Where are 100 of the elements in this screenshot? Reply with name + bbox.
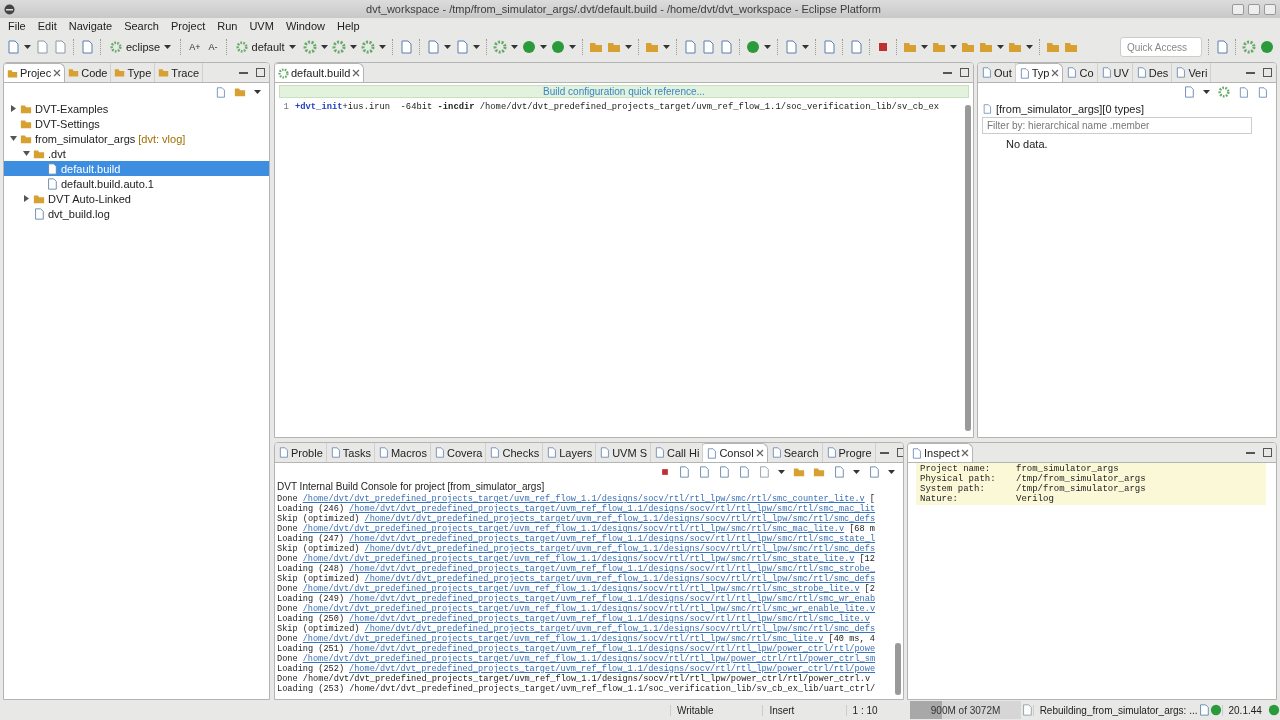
property-label: Project name: (920, 464, 992, 474)
view-tab[interactable]: Layers (543, 443, 597, 462)
file-link[interactable]: /home/dvt/dvt_predefined_projects_target/uvm_ref_flow_1.1/designs/socv/rtl/rtl_lpw/smc/rtl/smc_wr_enab (349, 594, 876, 604)
tree-item[interactable]: from_simulator_args [dvt: vlog] (4, 131, 269, 146)
quick-access-field[interactable]: Quick Access (1120, 37, 1202, 57)
tree-item[interactable]: DVT-Examples (4, 101, 269, 116)
property-value: /tmp/from_simulator_args (1016, 474, 1146, 484)
view-tab[interactable]: Progre (822, 443, 876, 462)
file-link[interactable]: /home/dvt/dvt_predefined_projects_target/uvm_ref_flow_1.1/designs/socv/rtl/rtl_lpw/smc/rtl/smc_defs (364, 624, 876, 634)
view-tab[interactable]: Des (1132, 63, 1173, 82)
console-line: Done /home/dvt/dvt_predefined_projects_target/uvm_ref_flow_1.1/designs/socv/rtl/rtl_lpw/smc/rtl/smc_lite.v [40 ms, 4 (276, 634, 876, 644)
tree-item[interactable]: dvt_build.log (4, 206, 269, 221)
console-line: Loading (246) /home/dvt/dvt_predefined_projects_target/uvm_ref_flow_1.1/designs/socv/rtl/rtl_lpw/smc/rtl/smc_mac_lit (276, 504, 877, 514)
view-tab[interactable]: Type (111, 63, 156, 82)
console-line: Skip (optimized) /home/dvt/dvt_predefined_projects_target/uvm_ref_flow_1.1/designs/socv/rtl/rtl_lpw/smc/rtl/smc_defs (276, 624, 877, 634)
filter-field[interactable]: Filter by: hierarchical name .member (982, 117, 1252, 134)
file-link[interactable]: /home/dvt/dvt_predefined_projects_target/uvm_ref_flow_1.1/designs/socv/rtl/rtl_lpw/smc/rtl/smc_strobe_ (349, 564, 876, 574)
console-line: Done /home/dvt/dvt_predefined_projects_target/uvm_ref_flow_1.1/designs/socv/rtl/rtl_lpw/smc/rtl/smc_strobe_lite.v [2 (276, 584, 876, 594)
console-line: Skip (optimized) /home/dvt/dvt_predefined_projects_target/uvm_ref_flow_1.1/designs/socv/rtl/rtl_lpw/smc/rtl/smc_defs (276, 544, 877, 554)
file-link[interactable]: /home/dvt/dvt_predefined_projects_target/uvm_ref_flow_1.1/designs/socv/rtl/rtl_lpw/smc/rtl/smc_counter_lite.v (302, 494, 865, 504)
console-line: Loading (253) /home/dvt/dvt_predefined_projects_target/uvm_ref_flow_1.1/soc_verification_lib/sv_cb_ex_lib/uart_ctrl/ (276, 684, 877, 694)
console-line: Loading (252) /home/dvt/dvt_predefined_projects_target/uvm_ref_flow_1.1/designs/socv/rtl/rtl_lpw/power_ctrl/rtl/powe (276, 664, 877, 674)
file-link[interactable]: /home/dvt/dvt_predefined_projects_target/uvm_ref_flow_1.1/designs/socv/rtl/rtl_lpw/smc/rtl/smc_wr_enable_lite.v (302, 604, 876, 614)
file-link[interactable]: /home/dvt/dvt_predefined_projects_target/uvm_ref_flow_1.1/designs/socv/rtl/rtl_lpw/smc/rtl/smc_strobe_lite.v (302, 584, 860, 594)
file-link[interactable]: /home/dvt/dvt_predefined_projects_target/uvm_ref_flow_1.1/designs/socv/rtl/rtl_lpw/smc/rtl/smc_state_lite.v (302, 554, 855, 564)
console-line: Done /home/dvt/dvt_predefined_projects_target/uvm_ref_flow_1.1/designs/socv/rtl/rtl_lpw/smc/rtl/smc_state_lite.v [12 (276, 554, 876, 564)
view-tab[interactable]: Covera (431, 443, 487, 462)
view-tab[interactable]: Code (65, 63, 112, 82)
file-link[interactable]: /home/dvt/dvt_predefined_projects_target/uvm_ref_flow_1.1/designs/socv/rtl/rtl_lpw/smc/rtl/smc_defs (364, 544, 876, 554)
config-selector[interactable]: default (232, 41, 299, 53)
file-link[interactable]: /home/dvt/dvt_predefined_projects_target/uvm_ref_flow_1.1/designs/socv/rtl/rtl_lpw/power_ctrl/rtl/powe (349, 664, 876, 674)
view-tab[interactable]: Checks (486, 443, 544, 462)
file-link[interactable]: /home/dvt/dvt_predefined_projects_target/uvm_ref_flow_1.1/designs/socv/rtl/rtl_lpw/smc/rtl/smc_lite.v (349, 614, 870, 624)
view-tab[interactable]: Trace (155, 63, 204, 82)
file-link[interactable]: /home/dvt/dvt_predefined_projects_target/uvm_ref_flow_1.1/designs/socv/rtl/rtl_lpw/power_ctrl/rtl/power_ctrl_sm (302, 654, 876, 664)
heap-meter[interactable]: 900M of 3072M (910, 701, 1021, 719)
types-header: [from_simulator_args][0 types] (996, 103, 1144, 115)
menu-item[interactable]: Project (165, 20, 212, 32)
view-tab[interactable]: default.build (275, 63, 365, 82)
view-tab[interactable]: UVM S (596, 443, 651, 462)
view-tab[interactable]: Proble (275, 443, 327, 462)
file-link[interactable]: /home/dvt/dvt_predefined_projects_target/uvm_ref_flow_1.1/designs/socv/rtl/rtl_lpw/power_ctrl/rtl/powe (349, 644, 876, 654)
job-status: Rebuilding_from_simulator_args: ... (1032, 704, 1198, 716)
view-tab[interactable]: Veri (1172, 63, 1212, 82)
menu-item[interactable]: UVM (243, 20, 280, 32)
tree-item[interactable]: DVT-Settings (4, 116, 269, 131)
empty-message: No data. (1005, 137, 1049, 150)
file-link[interactable]: /home/dvt/dvt_predefined_projects_target/uvm_ref_flow_1.1/designs/socv/rtl/rtl_lpw/smc/rtl/smc_lite.v (302, 634, 824, 644)
file-link[interactable]: /home/dvt/dvt_predefined_projects_target/uvm_ref_flow_1.1/designs/socv/rtl/rtl_lpw/smc/rtl/smc_mac_lit (349, 504, 876, 514)
tree-item[interactable]: default.build.auto.1 (4, 176, 269, 191)
menu-item[interactable]: File (2, 20, 32, 32)
view-tab[interactable]: Macros (374, 443, 431, 462)
console-line: Done /home/dvt/dvt_predefined_projects_target/uvm_ref_flow_1.1/designs/socv/rtl/rtl_lpw/smc/rtl/smc_counter_lite.v [ (276, 494, 876, 504)
console-line: Loading (247) /home/dvt/dvt_predefined_projects_target/uvm_ref_flow_1.1/designs/socv/rtl/rtl_lpw/smc/rtl/smc_state_l (276, 534, 877, 544)
project-decoration: [dvt: vlog] (138, 132, 186, 145)
console-line: Skip (optimized) /home/dvt/dvt_predefined_projects_target/uvm_ref_flow_1.1/designs/socv/rtl/rtl_lpw/smc/rtl/smc_defs (276, 514, 877, 524)
property-label: Physical path: (920, 474, 997, 484)
menu-item[interactable]: Run (211, 20, 244, 32)
property-value: from_simulator_args (1016, 464, 1119, 474)
status-mode: Writable (670, 704, 763, 716)
view-tab[interactable]: Tasks (326, 443, 375, 462)
view-tab[interactable]: UV (1097, 63, 1133, 82)
file-link[interactable]: /home/dvt/dvt_predefined_projects_target/uvm_ref_flow_1.1/designs/socv/rtl/rtl_lpw/smc/rtl/smc_defs (364, 574, 876, 584)
version-label: 20.1.44 (1221, 704, 1268, 716)
quick-reference-banner[interactable]: Build configuration quick reference... (279, 85, 969, 98)
property-value: Verilog (1016, 494, 1054, 504)
menu-item[interactable]: Edit (31, 20, 63, 32)
code-line: +dvt_init+ius.irun -64bit -incdir /home/dvt/dvt_predefined_projects_target/uvm_ref_flow_1.1/soc_verification_lib/sv_cb_ex (295, 101, 940, 112)
perspective-selector[interactable]: eclipse (107, 41, 175, 53)
view-tab[interactable]: Inspect (908, 443, 974, 462)
console-line: Done /home/dvt/dvt_predefined_projects_target/uvm_ref_flow_1.1/designs/socv/rtl/rtl_lpw/smc/rtl/smc_mac_lite.v [68 m (276, 524, 876, 534)
console-line: Done /home/dvt/dvt_predefined_projects_target/uvm_ref_flow_1.1/designs/socv/rtl/rtl_lpw/power_ctrl/rtl/power_ctrl.v (276, 674, 872, 684)
font-size-button[interactable]: A- (206, 42, 220, 52)
view-tab[interactable]: Projec (4, 63, 66, 82)
console-line: Done /home/dvt/dvt_predefined_projects_target/uvm_ref_flow_1.1/designs/socv/rtl/rtl_lpw/power_ctrl/rtl/power_ctrl_sm (276, 654, 877, 664)
console-line: Loading (248) /home/dvt/dvt_predefined_projects_target/uvm_ref_flow_1.1/designs/socv/rtl/rtl_lpw/smc/rtl/smc_strobe_ (276, 564, 877, 574)
menu-item[interactable]: Navigate (62, 20, 119, 32)
status-insert: Insert (762, 704, 846, 716)
console-line: Loading (250) /home/dvt/dvt_predefined_projects_target/uvm_ref_flow_1.1/designs/socv/rtl/rtl_lpw/smc/rtl/smc_lite.v (276, 614, 871, 624)
console-line: Loading (251) /home/dvt/dvt_predefined_projects_target/uvm_ref_flow_1.1/designs/socv/rtl/rtl_lpw/power_ctrl/rtl/powe (276, 644, 877, 654)
window-title: dvt_workspace - /tmp/from_simulator_args/.dvt/default.build - /home/dvt/dvt_workspace - Eclipse Platform (365, 3, 882, 15)
file-link[interactable]: /home/dvt/dvt_predefined_projects_target/uvm_ref_flow_1.1/designs/socv/rtl/rtl_lpw/smc/rtl/smc_mac_lite.v (302, 524, 845, 534)
tree-item[interactable]: .dvt (4, 146, 269, 161)
file-link[interactable]: /home/dvt/dvt_predefined_projects_target/uvm_ref_flow_1.1/designs/socv/rtl/rtl_lpw/smc/rtl/smc_state_l (349, 534, 876, 544)
line-number: 1 (282, 101, 290, 112)
font-size-button[interactable]: A+ (187, 42, 203, 52)
console-line: Skip (optimized) /home/dvt/dvt_predefined_projects_target/uvm_ref_flow_1.1/designs/socv/rtl/rtl_lpw/smc/rtl/smc_defs (276, 574, 877, 584)
view-tab[interactable]: Out (978, 63, 1016, 82)
console-line: Done /home/dvt/dvt_predefined_projects_target/uvm_ref_flow_1.1/designs/socv/rtl/rtl_lpw/smc/rtl/smc_wr_enable_lite.v (276, 604, 877, 614)
menu-item[interactable]: Search (118, 20, 165, 32)
file-link[interactable]: /home/dvt/dvt_predefined_projects_target/uvm_ref_flow_1.1/designs/socv/rtl/rtl_lpw/smc/rtl/smc_defs (364, 514, 876, 524)
view-tab[interactable]: Consol (703, 443, 768, 462)
console-line: Loading (249) /home/dvt/dvt_predefined_projects_target/uvm_ref_flow_1.1/designs/socv/rtl/rtl_lpw/smc/rtl/smc_wr_enab (276, 594, 877, 604)
property-label: System path: (920, 484, 986, 494)
view-tab[interactable]: Search (767, 443, 823, 462)
menu-item[interactable]: Window (279, 20, 331, 32)
menu-item[interactable]: Help (331, 20, 366, 32)
tree-item[interactable]: DVT Auto-Linked (4, 191, 269, 206)
view-tab[interactable]: Co (1063, 63, 1098, 82)
view-tab[interactable]: Typ (1015, 63, 1064, 82)
